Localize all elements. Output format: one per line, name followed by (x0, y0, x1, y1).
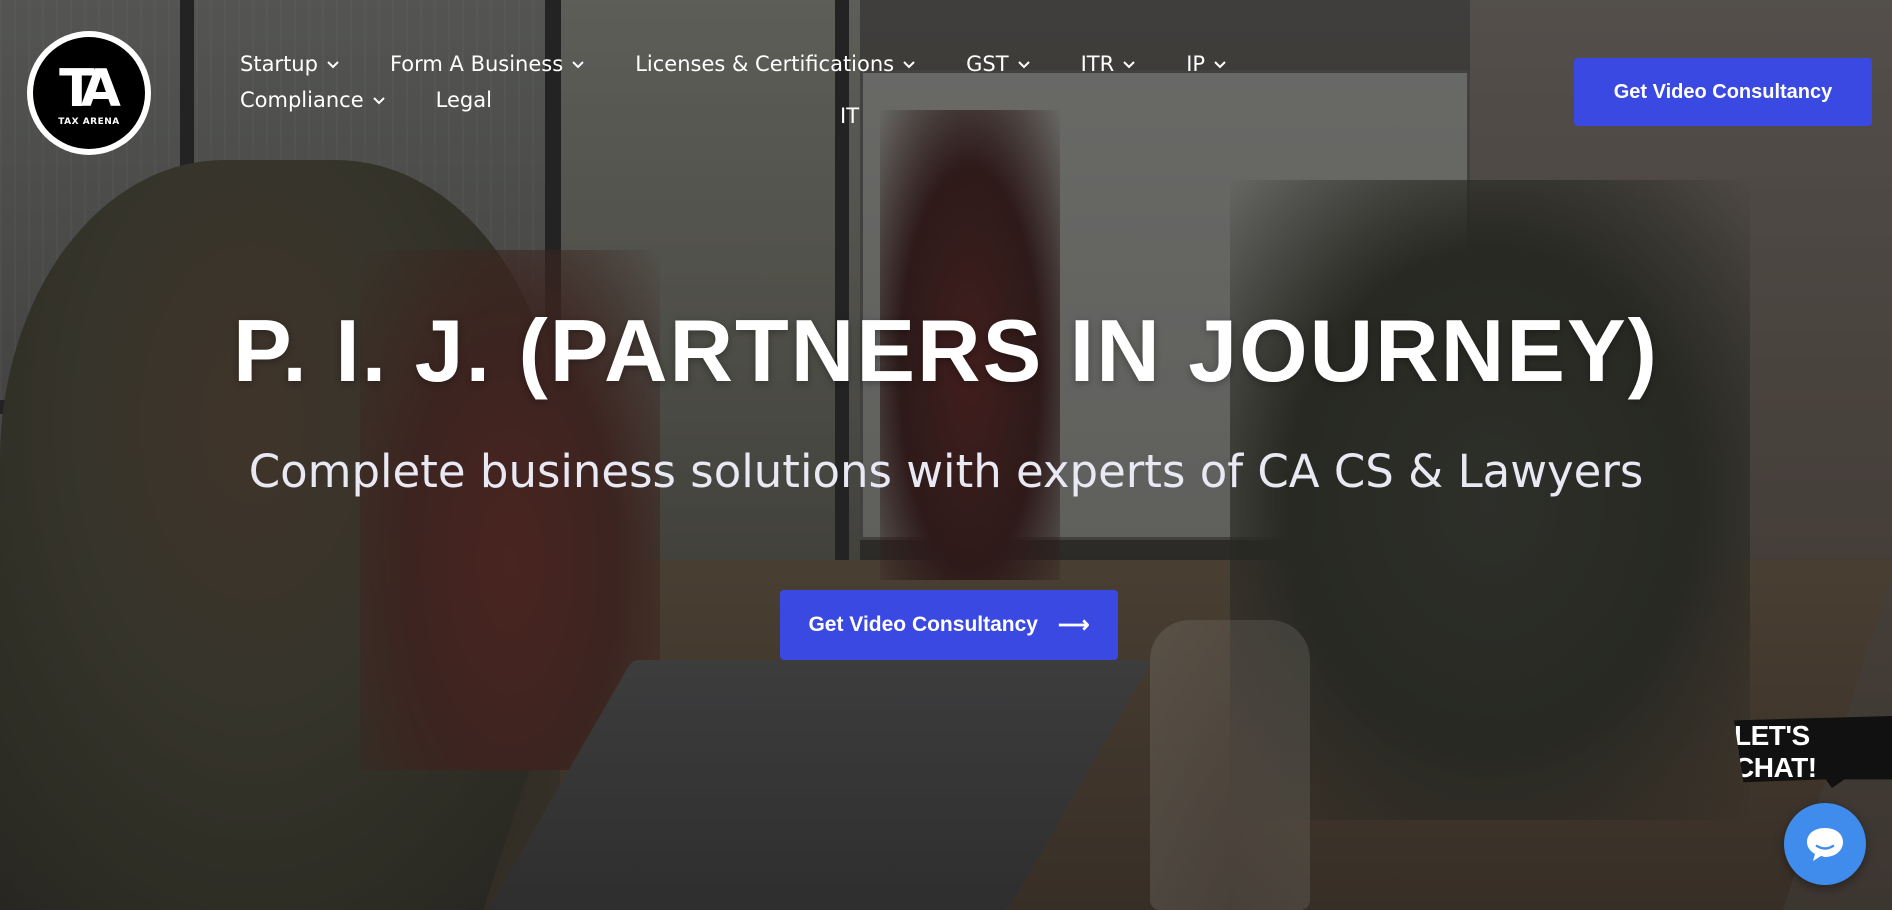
nav-item-label: IT (840, 104, 860, 128)
chat-launcher-button[interactable] (1784, 803, 1866, 885)
header-video-consultancy-button[interactable]: Get Video Consultancy (1574, 58, 1872, 126)
logo-text: TAX ARENA (58, 117, 120, 127)
hero-subtitle: Complete business solutions with experts… (248, 445, 1644, 498)
nav-item-label: Licenses & Certifications (635, 52, 895, 76)
chevron-down-icon (327, 61, 339, 69)
logo-badge: TA TAX ARENA (33, 37, 145, 149)
hero-video-consultancy-button[interactable]: Get Video Consultancy ⟶ (780, 590, 1118, 660)
chevron-down-icon (1017, 61, 1030, 69)
nav-item-startup[interactable]: Startup (240, 46, 342, 82)
button-label: Get Video Consultancy (808, 613, 1038, 636)
nav-item-form-a-business[interactable]: Form A Business (390, 46, 587, 82)
nav-item-itr[interactable]: ITR (1081, 46, 1139, 82)
nav-item-label: ITR (1080, 52, 1115, 76)
nav-item-label: Startup (240, 52, 318, 76)
nav-item-legal[interactable]: Legal (436, 82, 492, 118)
chat-icon (1807, 828, 1843, 861)
lets-chat-bubble[interactable]: LET'S CHAT! (1734, 716, 1892, 788)
nav-item-label: Compliance (240, 88, 364, 112)
nav-item-compliance[interactable]: Compliance (240, 82, 388, 118)
button-label: Get Video Consultancy (1613, 80, 1833, 103)
chat-bubble-text: LET'S CHAT! (1734, 720, 1817, 783)
nav-item-gst[interactable]: GST (966, 46, 1032, 82)
nav-item-it[interactable]: IT (840, 104, 859, 128)
nav-item-label: Legal (435, 88, 492, 112)
chevron-down-icon (572, 61, 584, 69)
arrow-right-icon: ⟶ (1057, 612, 1090, 637)
chevron-down-icon (372, 97, 385, 105)
nav-item-label: GST (966, 52, 1009, 76)
chevron-down-icon (1123, 61, 1135, 69)
tax-arena-logo[interactable]: TA TAX ARENA (27, 31, 151, 155)
nav-item-label: IP (1186, 52, 1206, 76)
chevron-down-icon (903, 61, 915, 69)
nav-item-licenses-certifications[interactable]: Licenses & Certifications (635, 46, 918, 82)
nav-item-label: Form A Business (389, 52, 564, 76)
logo-mark: TA (59, 59, 121, 119)
chevron-down-icon (1214, 61, 1226, 69)
hero-title: P. I. J. (PARTNERS IN JOURNEY) (233, 301, 1659, 400)
nav-item-ip[interactable]: IP (1186, 46, 1229, 82)
